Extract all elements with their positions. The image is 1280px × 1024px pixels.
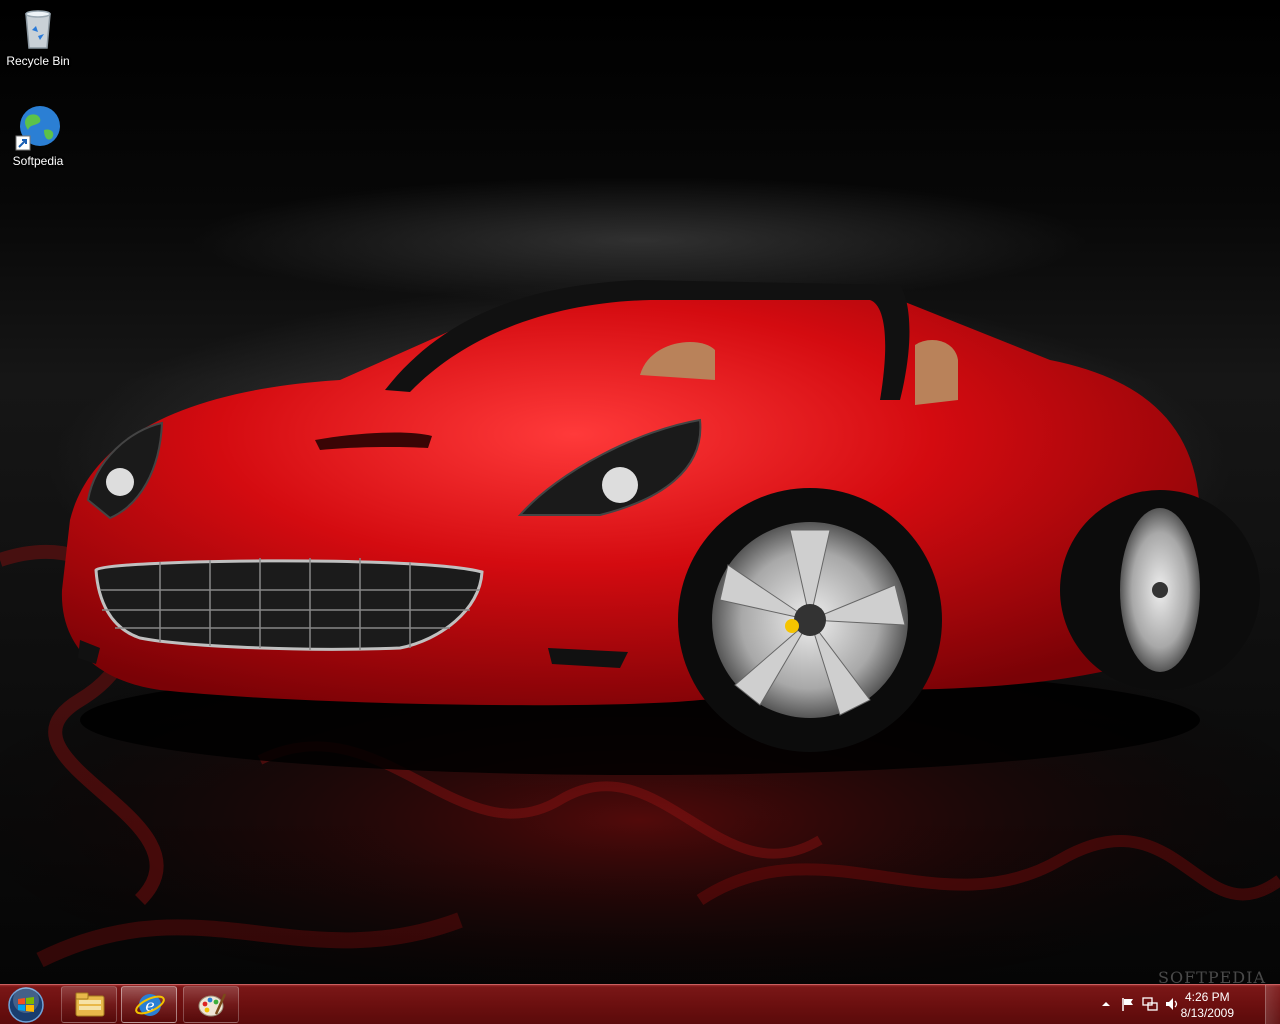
desktop-icon-softpedia[interactable]: Softpedia [0, 104, 76, 168]
globe-shortcut-icon [14, 104, 62, 152]
paint-icon [198, 993, 227, 1017]
wallpaper-car-illustration [0, 280, 1280, 984]
recycle-bin-icon [14, 4, 62, 52]
system-tray: 4:26 PM 8/13/2009 [1090, 985, 1280, 1024]
desktop-icon-label: Softpedia [12, 154, 64, 168]
volume-icon[interactable] [1164, 996, 1180, 1012]
show-hidden-icons-arrow-icon[interactable] [1098, 996, 1114, 1012]
desktop-icon-recycle-bin[interactable]: Recycle Bin [0, 4, 76, 68]
taskbar-paint-button[interactable] [183, 986, 239, 1023]
taskbar-windows-explorer-button[interactable] [61, 986, 117, 1023]
start-button[interactable] [2, 986, 54, 1024]
action-center-flag-icon[interactable] [1120, 996, 1136, 1012]
clock-time: 4:26 PM [1184, 990, 1230, 1004]
taskbar: e 4:26 PM 8/13/2009 [0, 984, 1280, 1024]
show-desktop-button[interactable] [1265, 985, 1280, 1024]
network-icon[interactable] [1142, 996, 1158, 1012]
windows-explorer-icon [75, 992, 105, 1017]
clock-date: 8/13/2009 [1180, 1006, 1234, 1020]
taskbar-clock[interactable]: 4:26 PM 8/13/2009 [1181, 989, 1234, 1021]
taskbar-internet-explorer-button[interactable]: e [121, 986, 177, 1023]
desktop-icon-label: Recycle Bin [6, 54, 70, 68]
desktop-wallpaper [0, 0, 1280, 984]
internet-explorer-icon: e [135, 994, 165, 1016]
windows-orb-icon [8, 987, 44, 1023]
